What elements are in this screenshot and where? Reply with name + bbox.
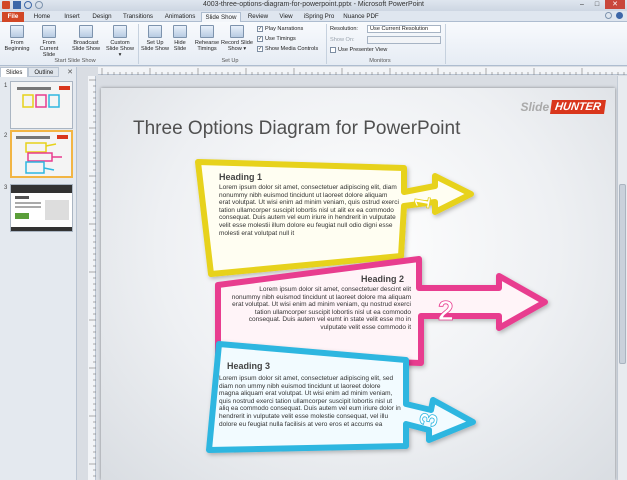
hide-slide-button[interactable]: Hide Slide [170,25,190,52]
maximize-button[interactable]: □ [590,0,604,9]
slide-thumbnail-3[interactable] [10,184,73,232]
use-timings-label: Use Timings [265,36,296,42]
record-label: Record Slide Show ▾ [220,40,254,52]
slide-thumbnail-1[interactable] [10,81,73,129]
hide-slide-icon [173,25,187,38]
use-presenter-view-checkbox[interactable]: Use Presenter View [330,47,387,53]
rehearse-timings-button[interactable]: Rehearse Timings [193,25,221,52]
thumbnail-preview [12,132,71,176]
slide-number: 3 [4,185,8,191]
from-beginning-label: From Beginning [4,40,30,52]
ruler-ticks [89,79,96,477]
resolution-label: Resolution: [330,26,358,32]
close-pane-icon[interactable]: ✕ [67,68,73,76]
tab-slides[interactable]: Slides [0,67,29,77]
rehearse-icon [200,25,214,38]
rehearse-label: Rehearse Timings [194,40,220,52]
from-beginning-button[interactable]: From Beginning [2,25,32,52]
tab-slide-show[interactable]: Slide Show [201,12,241,22]
show-media-controls-checkbox[interactable]: ✓ Show Media Controls [257,46,318,52]
setup-icon [148,25,162,38]
option-1-text[interactable]: Lorem ipsum dolor sit amet, consectetuer… [219,184,399,237]
show-on-label: Show On: [330,37,355,43]
tab-file[interactable]: File [2,12,24,22]
horizontal-ruler [98,67,627,75]
broadcast-icon [79,25,93,38]
ribbon-separator [326,24,327,64]
minimize-ribbon-icon[interactable] [605,12,612,19]
thumbnail-preview [11,185,72,231]
thumbnail-preview [11,82,72,128]
broadcast-label: Broadcast Slide Show [72,40,100,52]
help-icon[interactable] [616,12,623,19]
slide-number: 2 [4,133,8,139]
record-icon [230,25,244,38]
play-narrations-checkbox[interactable]: ✓ Play Narrations [257,26,303,32]
slideshow-start-icon [10,25,24,38]
from-current-slide-button[interactable]: From Current Slide [33,25,65,58]
show-on-dropdown[interactable] [367,36,441,44]
option-1-heading[interactable]: Heading 1 [219,172,262,182]
vertical-scrollbar[interactable] [617,76,627,480]
checkbox-checked-icon: ✓ [257,36,263,42]
broadcast-slide-show-button[interactable]: Broadcast Slide Show [69,25,103,52]
from-current-label: From Current Slide [39,40,59,58]
slides-pane: Slides Outline ✕ 1 2 3 [0,67,77,480]
tab-review[interactable]: Review [243,12,273,22]
group-monitors: Monitors [369,58,391,64]
ribbon-separator [138,24,139,64]
group-set-up: Set Up [221,58,239,64]
custom-show-icon [113,25,127,38]
custom-show-label: Custom Slide Show ▾ [106,40,134,58]
slide-number: 1 [4,83,8,89]
checkbox-checked-icon: ✓ [257,26,263,32]
ribbon-tabs: File Home Insert Design Transitions Anim… [0,11,627,22]
ruler-ticks [101,68,625,75]
slide-canvas[interactable]: Slide HUNTER Three Options Diagram for P… [101,88,615,480]
close-button[interactable]: ✕ [605,0,625,9]
tab-transitions[interactable]: Transitions [118,12,158,22]
group-start-slide-show: Start Slide Show [54,58,96,64]
ribbon: From Beginning From Current Slide Broadc… [0,22,627,66]
show-media-label: Show Media Controls [265,46,319,52]
option-2-text[interactable]: Lorem ipsum dolor sit amet, consectetuer… [229,286,411,332]
use-timings-checkbox[interactable]: ✓ Use Timings [257,36,296,42]
setup-label: Set Up Slide Show [141,40,169,52]
tab-animations[interactable]: Animations [160,12,200,22]
checkbox-checked-icon: ✓ [257,46,263,52]
tab-outline[interactable]: Outline [28,67,60,77]
ribbon-separator [445,24,446,64]
title-bar: 4003-three-options-diagram-for-powerpoin… [0,0,627,11]
option-3-text[interactable]: Lorem ipsum dolor sit amet, consectetuer… [219,375,401,428]
slide-thumbnail-2[interactable] [10,130,73,178]
slideshow-current-icon [42,25,56,38]
tab-design[interactable]: Design [88,12,116,22]
minimize-button[interactable]: – [575,0,589,9]
option-2-heading[interactable]: Heading 2 [361,274,404,284]
tab-ispring-pro[interactable]: iSpring Pro [300,12,338,22]
tab-nuance-pdf[interactable]: Nuance PDF [340,12,382,22]
scrollbar-thumb[interactable] [619,184,626,364]
checkbox-unchecked-icon [330,47,336,53]
hide-label: Hide Slide [173,40,187,52]
window-title: 4003-three-options-diagram-for-powerpoin… [203,1,424,8]
tab-view[interactable]: View [274,12,298,22]
resolution-dropdown[interactable]: Use Current Resolution [367,25,441,33]
option-2-number: 2 [438,295,454,326]
tab-insert[interactable]: Insert [58,12,86,22]
presenter-view-label: Use Presenter View [338,47,388,53]
play-narrations-label: Play Narrations [265,26,304,32]
vertical-ruler [88,76,96,480]
custom-slide-show-button[interactable]: Custom Slide Show ▾ [104,25,136,58]
tab-home[interactable]: Home [28,12,56,22]
option-3-heading[interactable]: Heading 3 [227,361,270,371]
set-up-slide-show-button[interactable]: Set Up Slide Show [140,25,170,52]
record-slide-show-button[interactable]: Record Slide Show ▾ [220,25,254,52]
